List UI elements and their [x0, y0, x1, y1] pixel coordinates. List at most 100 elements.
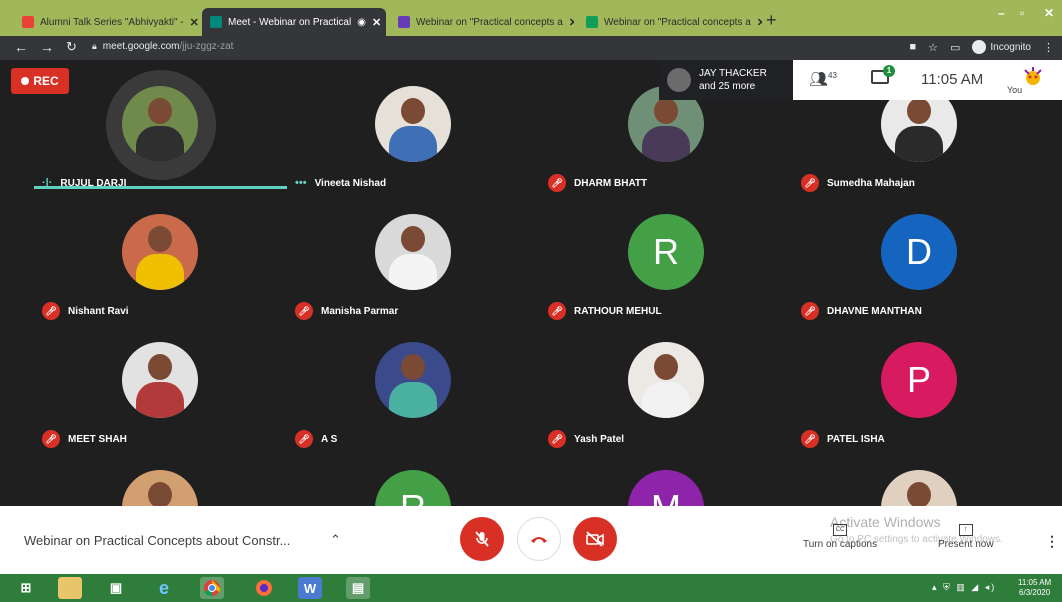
incognito-badge[interactable]: Incognito — [972, 40, 1031, 54]
people-button[interactable]: 👥︎43 — [809, 70, 837, 88]
store-icon[interactable]: ▣ — [104, 577, 128, 599]
participant-name-label: Manisha Parmar — [321, 305, 399, 317]
forward-icon[interactable]: → — [40, 39, 54, 55]
participant-tile[interactable]: 🎤︎ DHARM BHATT — [540, 82, 793, 209]
avatar-head — [148, 226, 172, 252]
participant-name: 🎤︎ DHARM BHATT — [548, 174, 647, 192]
mic-off-icon — [475, 531, 489, 547]
tab-webinar-sheets[interactable]: Webinar on "Practical concepts a ✕ — [578, 8, 762, 36]
star-icon[interactable]: ☆ — [928, 41, 938, 54]
menu-kebab-icon[interactable]: ⋮ — [1043, 41, 1054, 54]
mic-muted-icon: 🎤︎ — [801, 430, 819, 448]
close-icon[interactable]: ✕ — [366, 16, 381, 29]
taskbar-clock[interactable]: 11:05 AM 6/3/2020 — [1018, 578, 1051, 598]
mic-muted-icon: 🎤︎ — [295, 302, 313, 320]
camera-off-button[interactable] — [573, 517, 617, 561]
participant-tile[interactable]: 🎤︎ Nishant Ravi — [34, 210, 287, 337]
participants-chip[interactable]: JAY THACKER and 25 more — [659, 60, 793, 100]
avatar-head — [654, 98, 678, 124]
participant-name-label: PATEL ISHA — [827, 433, 885, 445]
avatar-head — [907, 482, 931, 506]
chevron-up-icon[interactable]: ⌃ — [330, 532, 341, 548]
system-tray-icons[interactable]: ▴ ⛨ ▥ ◢ ◂) — [932, 582, 996, 593]
participant-tile[interactable] — [793, 466, 1046, 506]
avatar — [375, 342, 451, 418]
tab-alumni-talk[interactable]: Alumni Talk Series "Abhivyakti" - ✕ — [14, 8, 200, 36]
more-options-icon[interactable]: ⋮ — [1045, 533, 1059, 550]
self-avatar-icon[interactable] — [1021, 66, 1045, 88]
file-explorer-icon[interactable] — [58, 577, 82, 599]
address-bar: ← → ↻ 🔒︎ meet.google.com/jju-zggz-zat ■ ☆… — [0, 36, 1062, 60]
chrome-icon[interactable] — [200, 577, 224, 599]
participant-tile[interactable] — [34, 466, 287, 506]
app-w-icon[interactable]: W — [298, 577, 322, 599]
participant-tile[interactable]: ·|· RUJUL DARJI — [34, 70, 287, 209]
ie-icon[interactable]: e — [152, 577, 176, 599]
tab-webinar-forms-1[interactable]: Webinar on "Practical concepts a ✕ — [390, 8, 574, 36]
meet-bottom-bar: Webinar on Practical Concepts about Cons… — [0, 506, 1062, 574]
present-now-button[interactable]: ↑ Present now — [938, 524, 994, 550]
firefox-icon[interactable] — [252, 577, 276, 599]
close-icon[interactable]: ✕ — [751, 16, 762, 29]
close-icon[interactable]: ✕ — [184, 16, 199, 29]
participant-tile[interactable]: R 🎤︎ RATHOUR MEHUL — [540, 210, 793, 337]
avatar — [122, 342, 198, 418]
audio-dots-icon: ••• — [295, 177, 307, 189]
participant-tile[interactable]: D 🎤︎ DHAVNE MANTHAN — [793, 210, 1046, 337]
lock-icon: 🔒︎ — [92, 41, 97, 51]
cast-icon[interactable]: ▭ — [950, 41, 960, 54]
back-icon[interactable]: ← — [14, 39, 28, 55]
avatar-initial: M — [651, 487, 681, 506]
participant-tile[interactable]: 🎤︎ Sumedha Mahajan — [793, 82, 1046, 209]
participant-tile[interactable]: 🎤︎ A S — [287, 338, 540, 465]
mic-muted-icon: 🎤︎ — [801, 174, 819, 192]
incognito-icon — [972, 40, 987, 54]
participant-name-label: DHAVNE MANTHAN — [827, 305, 922, 317]
participant-name: ••• Vineeta Nishad — [295, 174, 386, 192]
participant-tile[interactable]: P 🎤︎ PATEL ISHA — [793, 338, 1046, 465]
avatar-body — [136, 254, 184, 290]
minimize-button[interactable]: – — [998, 6, 1005, 20]
leave-call-button[interactable] — [517, 517, 561, 561]
participant-name: 🎤︎ A S — [295, 430, 337, 448]
participant-name-label: Vineeta Nishad — [314, 177, 387, 189]
participant-name: 🎤︎ Yash Patel — [548, 430, 624, 448]
participant-tile[interactable]: ••• Vineeta Nishad — [287, 82, 540, 209]
participant-tile[interactable]: R — [287, 466, 540, 506]
maximize-button[interactable]: ▫ — [1020, 6, 1024, 20]
avatar — [375, 86, 451, 162]
mic-muted-icon: 🎤︎ — [42, 430, 60, 448]
avatar — [667, 68, 691, 92]
close-window-button[interactable]: ✕ — [1044, 6, 1054, 20]
captions-button[interactable]: CC Turn on captions — [803, 524, 877, 550]
active-speaker-bar — [34, 186, 287, 189]
participant-name: 🎤︎ RATHOUR MEHUL — [548, 302, 662, 320]
participant-tile[interactable]: 🎤︎ Manisha Parmar — [287, 210, 540, 337]
participant-name: 🎤︎ Sumedha Mahajan — [801, 174, 915, 192]
participant-name: 🎤︎ Nishant Ravi — [42, 302, 129, 320]
close-icon[interactable]: ✕ — [563, 16, 574, 29]
participant-name-label: A S — [321, 433, 338, 445]
participant-name-label: Sumedha Mahajan — [827, 177, 915, 189]
reload-icon[interactable]: ↻ — [66, 39, 77, 55]
url-field[interactable]: 🔒︎ meet.google.com/jju-zggz-zat — [92, 41, 233, 52]
participant-tile[interactable]: M — [540, 466, 793, 506]
participant-tile[interactable]: 🎤︎ MEET SHAH — [34, 338, 287, 465]
captions-icon: CC — [833, 524, 848, 536]
new-tab-button[interactable]: + — [766, 10, 777, 31]
participant-name: ·|· RUJUL DARJI — [42, 174, 126, 192]
meeting-title[interactable]: Webinar on Practical Concepts about Cons… — [24, 533, 290, 548]
participant-name: 🎤︎ MEET SHAH — [42, 430, 127, 448]
tab-meet[interactable]: Meet - Webinar on Practical ◉ ✕ — [202, 8, 386, 36]
participant-name-label: Nishant Ravi — [68, 305, 129, 317]
participant-name-label: RATHOUR MEHUL — [574, 305, 662, 317]
windows-taskbar: ⊞ ▣ e W ▤ ▴ ⛨ ▥ ◢ ◂) 11:05 AM 6/3/2020 — [0, 574, 1062, 602]
window-icon[interactable]: ▤ — [346, 577, 370, 599]
mic-off-button[interactable] — [460, 517, 504, 561]
avatar-head — [401, 354, 425, 380]
browser-tab-bar: Alumni Talk Series "Abhivyakti" - ✕ Meet… — [0, 0, 1062, 36]
avatar-head — [401, 98, 425, 124]
windows-start-icon[interactable]: ⊞ — [14, 577, 38, 599]
camera-icon[interactable]: ■ — [909, 41, 916, 53]
participant-tile[interactable]: 🎤︎ Yash Patel — [540, 338, 793, 465]
